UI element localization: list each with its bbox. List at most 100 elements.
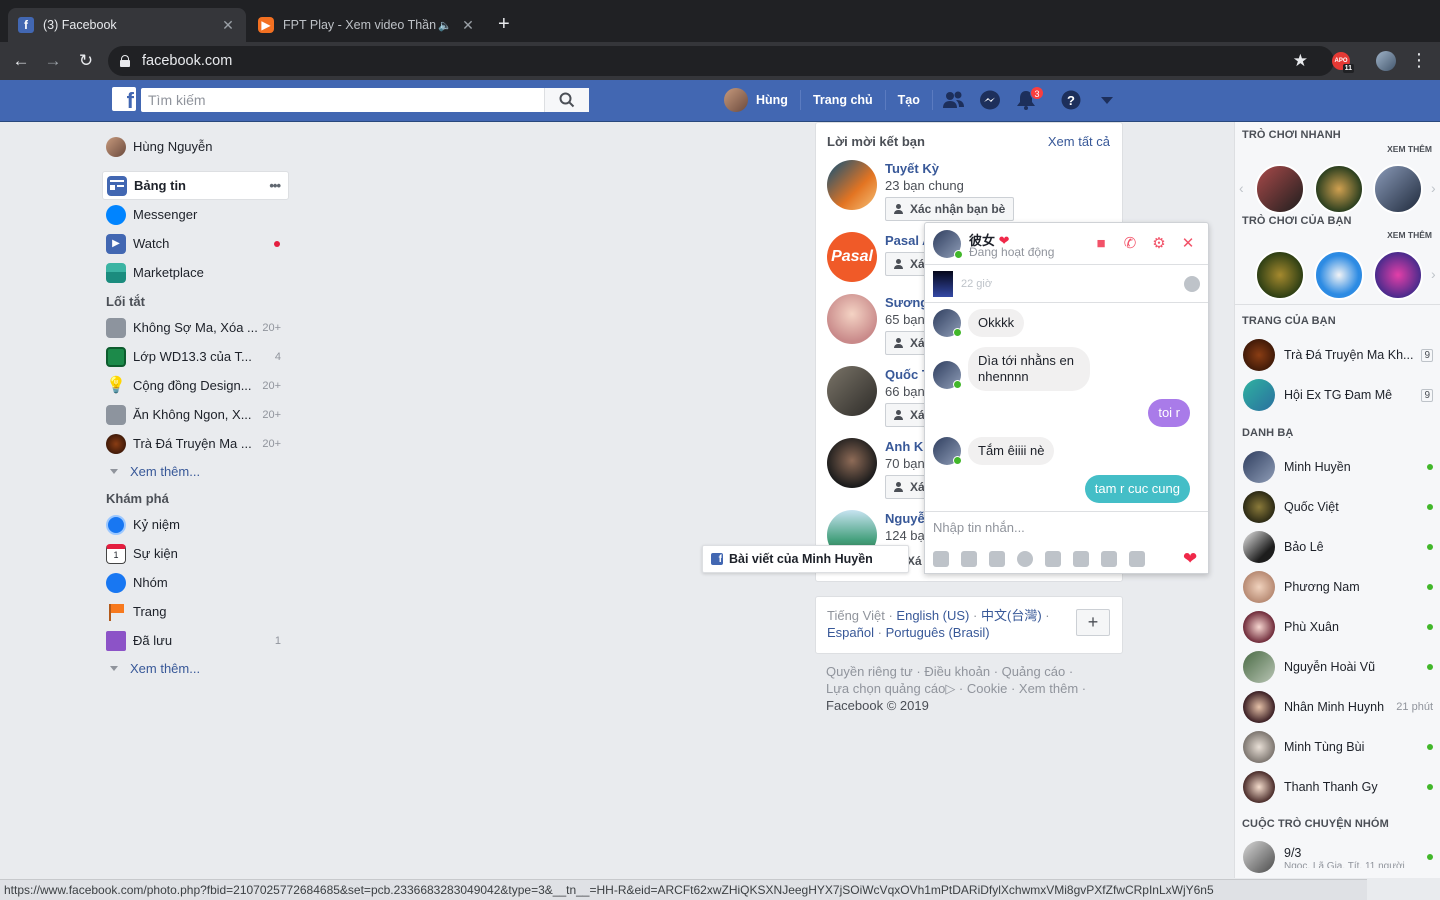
language-link[interactable]: 中文(台灣) xyxy=(981,608,1042,623)
home-link[interactable]: Trang chủ xyxy=(801,90,886,110)
footer-link[interactable]: Điều khoản xyxy=(924,664,990,679)
create-link[interactable]: Tạo xyxy=(886,90,933,110)
shortcut-item[interactable]: Lớp WD13.3 của T... 4 xyxy=(104,342,289,371)
footer-link[interactable]: Quyền riêng tư xyxy=(826,664,913,679)
speaker-icon[interactable]: 🔈 xyxy=(438,19,452,32)
new-tab-button[interactable]: + xyxy=(498,13,510,36)
mutual-friends[interactable]: 23 bạn chung xyxy=(885,178,964,193)
message-bubble-incoming[interactable]: Tắm êiiii nè xyxy=(968,437,1055,465)
contact-item[interactable]: Nguyễn Hoài Vũ xyxy=(1243,650,1433,684)
mutual-friends[interactable]: 70 bạn xyxy=(885,456,925,471)
tab-fpt-play[interactable]: ▶ FPT Play - Xem video Thần 🔈 ✕ xyxy=(248,8,486,42)
shared-image-thumbnail[interactable] xyxy=(933,271,953,297)
contact-item[interactable]: Phù Xuân xyxy=(1243,610,1433,644)
settings-gear-icon[interactable]: ⚙ xyxy=(1149,236,1169,252)
footer-link[interactable]: Xem thêm xyxy=(1019,681,1078,696)
message-bubble-incoming[interactable]: Okkkk xyxy=(968,309,1025,337)
emoji-icon[interactable] xyxy=(1017,551,1033,567)
profile-link[interactable]: Hùng xyxy=(756,90,801,110)
friend-name[interactable]: Tuyết Kỳ xyxy=(885,161,939,176)
nav-item-news-feed[interactable]: Bảng tin ••• xyxy=(102,171,289,200)
photo-icon[interactable] xyxy=(933,551,949,567)
lock-icon[interactable] xyxy=(120,55,130,67)
search-button[interactable] xyxy=(544,88,589,112)
game-thumbnail[interactable] xyxy=(1314,250,1364,300)
nav-item-messenger[interactable]: Messenger xyxy=(104,200,289,229)
payment-icon[interactable] xyxy=(1045,551,1061,567)
language-link[interactable]: English (US) xyxy=(896,608,969,623)
see-more-shortcuts-link[interactable]: Xem thêm... xyxy=(104,458,289,484)
explore-item-saved[interactable]: Đã lưu 1 xyxy=(104,626,289,655)
phone-call-icon[interactable]: ✆ xyxy=(1120,236,1140,252)
chat-header[interactable]: 彼女 ❤ Đang hoạt động ■ ✆ ⚙ ✕ xyxy=(925,223,1208,265)
messenger-icon[interactable] xyxy=(979,90,1001,110)
game-thumbnail[interactable] xyxy=(1373,164,1423,214)
message-bubble-outgoing[interactable]: tam r cuc cung xyxy=(1084,475,1190,503)
url-text[interactable]: facebook.com xyxy=(142,53,232,69)
menu-kebab-icon[interactable]: ⋮ xyxy=(1410,50,1428,71)
profile-avatar[interactable] xyxy=(724,88,748,112)
confirm-friend-button[interactable]: Xác nhận bạn bè xyxy=(885,197,1015,221)
friend-requests-icon[interactable] xyxy=(943,90,965,110)
contact-item[interactable]: Quốc Việt xyxy=(1243,490,1433,524)
contact-item[interactable]: Nhân Minh Huynh 21 phút xyxy=(1243,690,1433,724)
attachment-icon[interactable] xyxy=(1073,551,1089,567)
footer-link[interactable]: Quảng cáo xyxy=(1002,664,1066,679)
page-item[interactable]: Trà Đá Truyện Ma Kh... 9 xyxy=(1243,338,1433,372)
profile-avatar-icon[interactable] xyxy=(1376,51,1396,71)
contact-item[interactable]: Phương Nam xyxy=(1243,570,1433,604)
gif-icon[interactable] xyxy=(989,551,1005,567)
message-input[interactable] xyxy=(933,520,1193,535)
mutual-friends[interactable]: 66 bạn xyxy=(885,384,925,399)
mutual-friends[interactable]: 65 bạn xyxy=(885,312,925,327)
game-thumbnail[interactable] xyxy=(1255,164,1305,214)
avatar[interactable] xyxy=(827,366,877,416)
facebook-logo-icon[interactable]: f xyxy=(112,87,136,111)
account-dropdown-icon[interactable] xyxy=(1096,90,1118,110)
more-options-icon[interactable]: ••• xyxy=(258,178,288,193)
game-thumbnail[interactable] xyxy=(1373,250,1423,300)
camera-icon[interactable] xyxy=(1101,551,1117,567)
chevron-right-icon[interactable]: › xyxy=(1431,180,1436,196)
shortcut-item[interactable]: 💡 Cộng đồng Design... 20+ xyxy=(104,371,289,400)
forward-arrow-icon[interactable]: → xyxy=(42,50,64,72)
see-more-games-link[interactable]: XEM THÊM xyxy=(1387,144,1432,154)
message-bubble-incoming[interactable]: Dìa tới nhằns en nhennnn xyxy=(968,347,1090,391)
close-tab-icon[interactable]: ✕ xyxy=(460,17,476,34)
search-input[interactable] xyxy=(141,88,544,112)
explore-item-groups[interactable]: Nhóm xyxy=(104,568,289,597)
contact-item[interactable]: Minh Tùng Bùi xyxy=(1243,730,1433,764)
explore-item-events[interactable]: 1 Sự kiện xyxy=(104,539,289,568)
see-more-your-games-link[interactable]: XEM THÊM xyxy=(1387,230,1432,240)
user-profile-link[interactable]: Hùng Nguyễn xyxy=(104,132,289,161)
nav-item-watch[interactable]: ▶ Watch xyxy=(104,229,289,258)
avatar[interactable] xyxy=(827,160,877,210)
friend-name[interactable]: Nguyễ xyxy=(885,511,925,526)
back-arrow-icon[interactable]: ← xyxy=(10,50,32,72)
address-bar[interactable]: facebook.com ★ xyxy=(108,46,1334,76)
messenger-icon[interactable] xyxy=(1184,276,1200,292)
video-call-icon[interactable]: ■ xyxy=(1091,236,1111,252)
friend-name[interactable]: Sương xyxy=(885,295,928,310)
close-tab-icon[interactable]: ✕ xyxy=(220,17,236,34)
apo-extension-icon[interactable]: APO 11 xyxy=(1332,52,1354,73)
see-more-explore-link[interactable]: Xem thêm... xyxy=(104,655,289,681)
message-bubble-outgoing[interactable]: toi r xyxy=(1148,399,1190,427)
close-chat-icon[interactable]: ✕ xyxy=(1178,236,1198,252)
more-languages-button[interactable]: + xyxy=(1076,609,1110,636)
see-all-link[interactable]: Xem tất cả xyxy=(1048,134,1110,149)
contact-item[interactable]: Thanh Thanh Gy xyxy=(1243,770,1433,804)
bookmark-star-icon[interactable]: ★ xyxy=(1293,51,1308,71)
language-link[interactable]: Português (Brasil) xyxy=(886,625,990,640)
chevron-left-icon[interactable]: ‹ xyxy=(1239,180,1244,196)
mutual-friends[interactable]: 124 bạ xyxy=(885,528,925,543)
contact-item[interactable]: Bảo Lê xyxy=(1243,530,1433,564)
chevron-right-icon[interactable]: › xyxy=(1431,266,1436,282)
nav-item-marketplace[interactable]: Marketplace xyxy=(104,258,289,287)
game-thumbnail[interactable] xyxy=(1255,250,1305,300)
post-hover-tooltip[interactable]: f Bài viết của Minh Huyền xyxy=(702,545,909,573)
shortcut-item[interactable]: Không Sợ Ma, Xóa ... 20+ xyxy=(104,313,289,342)
reload-icon[interactable]: ↻ xyxy=(75,50,97,72)
help-icon[interactable]: ? xyxy=(1060,90,1082,110)
confirm-friend-button[interactable]: Xá xyxy=(907,549,922,573)
